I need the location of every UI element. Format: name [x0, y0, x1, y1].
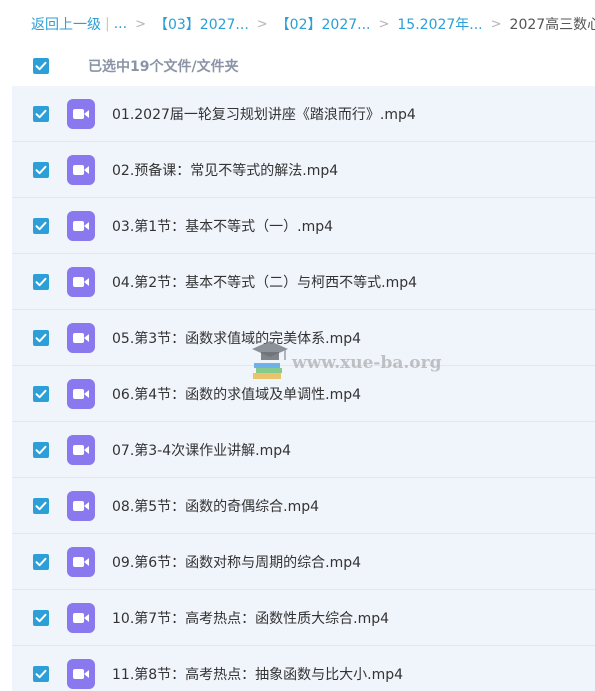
check-icon	[35, 277, 47, 287]
check-icon	[35, 221, 47, 231]
breadcrumb-ellipsis[interactable]: ...	[114, 16, 127, 32]
file-checkbox[interactable]	[33, 554, 49, 570]
file-checkbox[interactable]	[33, 162, 49, 178]
breadcrumb-item-1[interactable]: 【03】2027...	[154, 14, 249, 34]
file-row[interactable]: 01.2027届一轮复习规划讲座《踏浪而行》.mp4	[12, 86, 595, 142]
file-row[interactable]: 03.第1节：基本不等式（一）.mp4	[12, 198, 595, 254]
file-row[interactable]: 05.第3节：函数求值域的完美体系.mp4	[12, 310, 595, 366]
back-link[interactable]: 返回上一级	[31, 14, 101, 34]
breadcrumb-item-3[interactable]: 15.2027年...	[397, 14, 482, 34]
video-camera-glyph	[73, 277, 89, 287]
file-row[interactable]: 11.第8节：高考热点：抽象函数与比大小.mp4	[12, 646, 595, 691]
check-icon	[35, 613, 47, 623]
check-icon	[35, 61, 47, 71]
check-icon	[35, 109, 47, 119]
file-name[interactable]: 10.第7节：高考热点：函数性质大综合.mp4	[112, 608, 389, 628]
file-checkbox[interactable]	[33, 106, 49, 122]
file-list: 01.2027届一轮复习规划讲座《踏浪而行》.mp4 02.预备课：常见不等式的解…	[12, 86, 595, 691]
check-icon	[35, 165, 47, 175]
check-icon	[35, 557, 47, 567]
video-camera-glyph	[73, 501, 89, 511]
video-camera-glyph	[73, 333, 89, 343]
breadcrumb-separator: >	[256, 16, 268, 32]
check-icon	[35, 333, 47, 343]
file-row[interactable]: 07.第3-4次课作业讲解.mp4	[12, 422, 595, 478]
video-camera-glyph	[73, 109, 89, 119]
check-icon	[35, 501, 47, 511]
file-checkbox[interactable]	[33, 498, 49, 514]
check-icon	[35, 389, 47, 399]
file-row[interactable]: 04.第2节：基本不等式（二）与柯西不等式.mp4	[12, 254, 595, 310]
breadcrumb-separator: >	[490, 16, 502, 32]
video-camera-glyph	[73, 389, 89, 399]
breadcrumb-item-2[interactable]: 【02】2027...	[276, 14, 371, 34]
video-file-icon	[67, 99, 95, 129]
file-browser: 返回上一级 | ... > 【03】2027... > 【02】2027... …	[0, 0, 595, 691]
file-checkbox[interactable]	[33, 274, 49, 290]
video-camera-glyph	[73, 557, 89, 567]
file-name[interactable]: 04.第2节：基本不等式（二）与柯西不等式.mp4	[112, 272, 417, 292]
file-row[interactable]: 06.第4节：函数的求值域及单调性.mp4	[12, 366, 595, 422]
video-file-icon	[67, 155, 95, 185]
file-name[interactable]: 01.2027届一轮复习规划讲座《踏浪而行》.mp4	[112, 104, 416, 124]
file-name[interactable]: 03.第1节：基本不等式（一）.mp4	[112, 216, 333, 236]
video-camera-glyph	[73, 221, 89, 231]
breadcrumb: 返回上一级 | ... > 【03】2027... > 【02】2027... …	[0, 0, 595, 48]
video-file-icon	[67, 323, 95, 353]
file-name[interactable]: 02.预备课：常见不等式的解法.mp4	[112, 160, 338, 180]
file-row[interactable]: 09.第6节：函数对称与周期的综合.mp4	[12, 534, 595, 590]
file-checkbox[interactable]	[33, 442, 49, 458]
video-file-icon	[67, 659, 95, 689]
file-checkbox[interactable]	[33, 386, 49, 402]
file-row[interactable]: 08.第5节：函数的奇偶综合.mp4	[12, 478, 595, 534]
check-icon	[35, 445, 47, 455]
video-file-icon	[67, 603, 95, 633]
breadcrumb-separator: >	[378, 16, 390, 32]
check-icon	[35, 669, 47, 679]
video-file-icon	[67, 491, 95, 521]
video-file-icon	[67, 435, 95, 465]
file-row[interactable]: 10.第7节：高考热点：函数性质大综合.mp4	[12, 590, 595, 646]
file-checkbox[interactable]	[33, 330, 49, 346]
file-checkbox[interactable]	[33, 610, 49, 626]
video-file-icon	[67, 211, 95, 241]
file-name[interactable]: 07.第3-4次课作业讲解.mp4	[112, 440, 291, 460]
breadcrumb-separator: >	[135, 16, 146, 32]
breadcrumb-pipe: |	[105, 16, 110, 32]
file-name[interactable]: 05.第3节：函数求值域的完美体系.mp4	[112, 328, 361, 348]
video-file-icon	[67, 267, 95, 297]
file-name[interactable]: 11.第8节：高考热点：抽象函数与比大小.mp4	[112, 664, 403, 684]
select-all-bar: 已选中19个文件/文件夹	[0, 48, 595, 86]
video-camera-glyph	[73, 669, 89, 679]
video-file-icon	[67, 379, 95, 409]
breadcrumb-current: 2027高三数心...	[509, 17, 595, 33]
file-name[interactable]: 09.第6节：函数对称与周期的综合.mp4	[112, 552, 361, 572]
video-camera-glyph	[73, 445, 89, 455]
file-row[interactable]: 02.预备课：常见不等式的解法.mp4	[12, 142, 595, 198]
video-camera-glyph	[73, 165, 89, 175]
select-all-checkbox[interactable]	[33, 58, 49, 74]
video-file-icon	[67, 547, 95, 577]
file-checkbox[interactable]	[33, 218, 49, 234]
selection-status: 已选中19个文件/文件夹	[88, 59, 239, 75]
file-name[interactable]: 08.第5节：函数的奇偶综合.mp4	[112, 496, 319, 516]
file-name[interactable]: 06.第4节：函数的求值域及单调性.mp4	[112, 384, 361, 404]
file-checkbox[interactable]	[33, 666, 49, 682]
video-camera-glyph	[73, 613, 89, 623]
